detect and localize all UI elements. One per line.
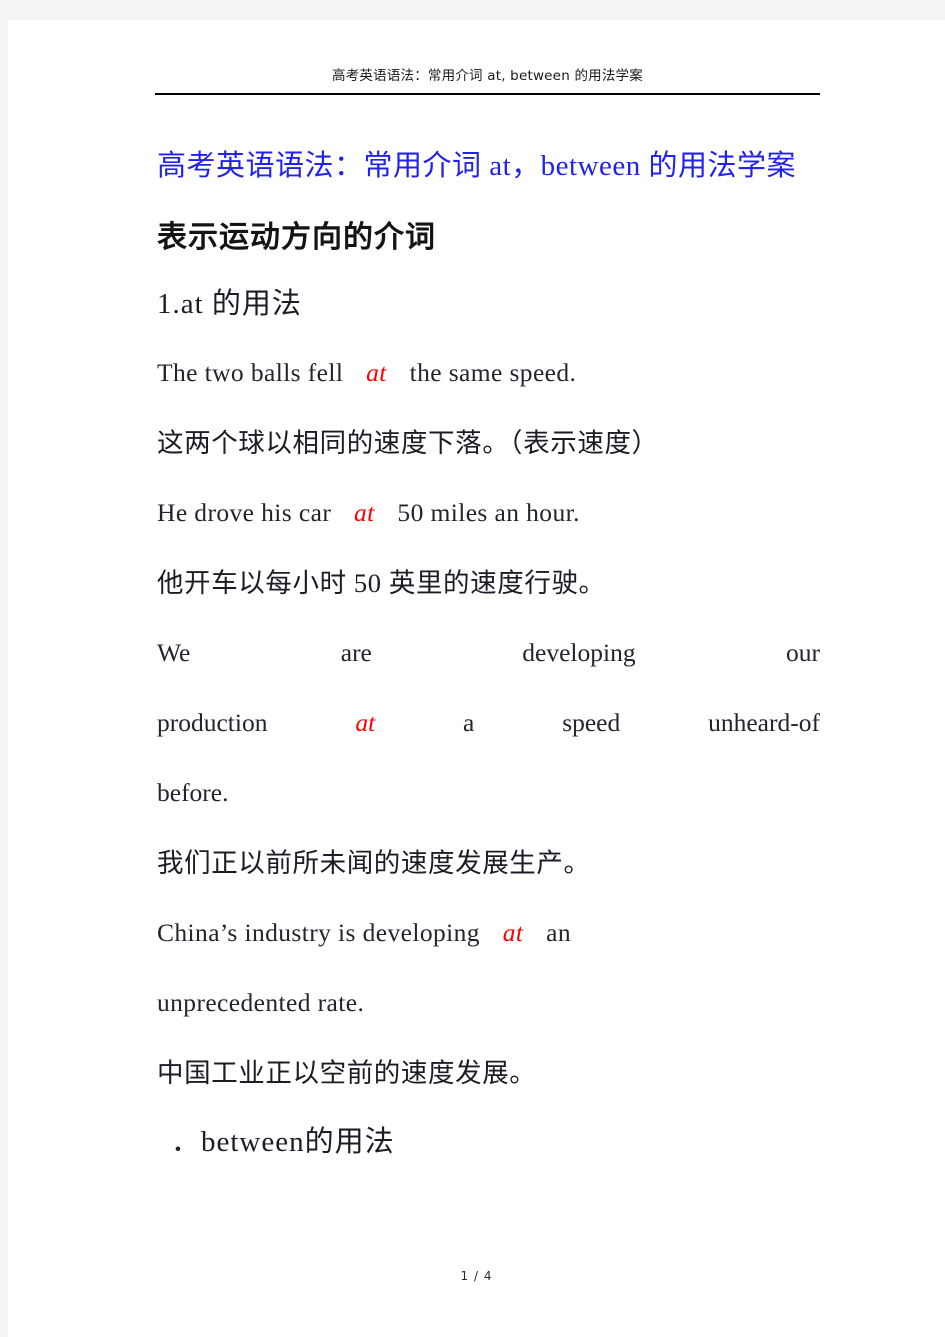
example-1-english: The two balls fell at the same speed. — [157, 338, 821, 408]
example-4-english-after: an — [546, 918, 572, 947]
example-3-line-3: before. — [157, 758, 820, 828]
example-3-chinese: 我们正以前所未闻的速度发展生产。 — [157, 848, 591, 878]
example-3-word-are: are — [340, 638, 372, 667]
example-3-word-developing: developing — [522, 638, 636, 667]
example-3-word-a: a — [463, 708, 475, 737]
page-number: 1 / 4 — [460, 1269, 493, 1283]
example-4-english-before: China’s industry is developing — [157, 918, 480, 947]
example-3-line-1: We are developing our — [157, 618, 820, 688]
heading-at-usage: 1.at 的用法 — [157, 288, 302, 320]
running-header: 高考英语语法：常用介词 at, between 的用法学案 — [332, 68, 643, 84]
example-1-keyword: at — [366, 358, 387, 387]
example-3-english: We are developing our production at a sp… — [157, 618, 820, 828]
example-4-english-line-2: unprecedented rate. — [157, 988, 365, 1017]
example-4-chinese: 中国工业正以空前的速度发展。 — [157, 1058, 537, 1088]
header-divider — [155, 93, 820, 95]
example-1-english-before: The two balls fell — [157, 358, 344, 387]
example-2-english-after: 50 miles an hour. — [397, 498, 580, 527]
example-4-keyword: at — [502, 918, 524, 947]
heading-between-usage: ．between的用法 — [171, 1126, 395, 1158]
example-4-english-line-1: China’s industry is developing at an — [157, 898, 821, 968]
document-page: 高考英语语法：常用介词 at, between 的用法学案 高考英语语法：常用介… — [8, 20, 945, 1337]
example-3-word-production: production — [157, 708, 268, 737]
example-3-word-we: We — [157, 638, 191, 667]
example-2-keyword: at — [354, 498, 375, 527]
example-1-english-after: the same speed. — [409, 358, 577, 387]
heading-direction-prepositions: 表示运动方向的介词 — [157, 221, 436, 254]
example-3-line-2: production at a speed unheard-of — [157, 688, 820, 758]
example-2-english: He drove his car at 50 miles an hour. — [157, 478, 821, 548]
example-3-word-unheardof: unheard-of — [708, 708, 820, 737]
example-2-chinese: 他开车以每小时 50 英里的速度行驶。 — [157, 568, 606, 598]
page-title: 高考英语语法：常用介词 at，between 的用法学案 — [157, 150, 797, 182]
example-3-word-speed: speed — [562, 708, 621, 737]
document-body: 高考英语语法：常用介词 at，between 的用法学案 表示运动方向的介词 1… — [157, 138, 821, 1176]
example-1-chinese: 这两个球以相同的速度下落。（表示速度） — [157, 428, 659, 458]
example-3-word-before: before. — [157, 778, 229, 807]
example-3-keyword: at — [355, 708, 376, 737]
example-3-word-our: our — [785, 638, 820, 667]
example-2-english-before: He drove his car — [157, 498, 332, 527]
